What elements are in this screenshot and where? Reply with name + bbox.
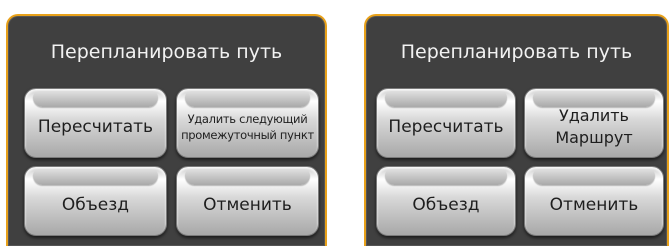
recalculate-label: Пересчитать xyxy=(37,117,154,137)
delete-route-button[interactable]: Удалить Маршрут xyxy=(524,88,664,158)
delete-route-label: Удалить Маршрут xyxy=(555,97,632,149)
delete-next-waypoint-label-line2: промежуточный пункт xyxy=(181,128,314,142)
detour-button[interactable]: Объезд xyxy=(376,166,516,236)
cancel-label: Отменить xyxy=(203,195,292,215)
detour-label: Объезд xyxy=(61,195,130,215)
delete-next-waypoint-label-line1: Удалить следующий xyxy=(187,112,308,126)
delete-route-label-line2: Маршрут xyxy=(555,128,633,147)
detour-label: Объезд xyxy=(412,195,480,215)
dialog-title: Перепланировать путь xyxy=(400,41,633,63)
reroute-dialog-waypoint: Перепланировать путь Пересчитать Удалить… xyxy=(6,14,327,246)
delete-route-label-line1: Удалить xyxy=(558,106,629,125)
detour-button[interactable]: Объезд xyxy=(24,166,167,236)
delete-next-waypoint-label: Удалить следующий промежуточный пункт xyxy=(181,103,314,143)
delete-next-waypoint-button[interactable]: Удалить следующий промежуточный пункт xyxy=(176,88,319,158)
reroute-dialog-route: Перепланировать путь Пересчитать Удалить… xyxy=(364,14,669,246)
recalculate-button[interactable]: Пересчитать xyxy=(376,88,516,158)
cancel-button[interactable]: Отменить xyxy=(524,166,664,236)
cancel-label: Отменить xyxy=(549,195,639,215)
recalculate-button[interactable]: Пересчитать xyxy=(24,88,167,158)
dialog-title: Перепланировать путь xyxy=(50,41,283,63)
cancel-button[interactable]: Отменить xyxy=(176,166,319,236)
recalculate-label: Пересчитать xyxy=(388,117,504,137)
